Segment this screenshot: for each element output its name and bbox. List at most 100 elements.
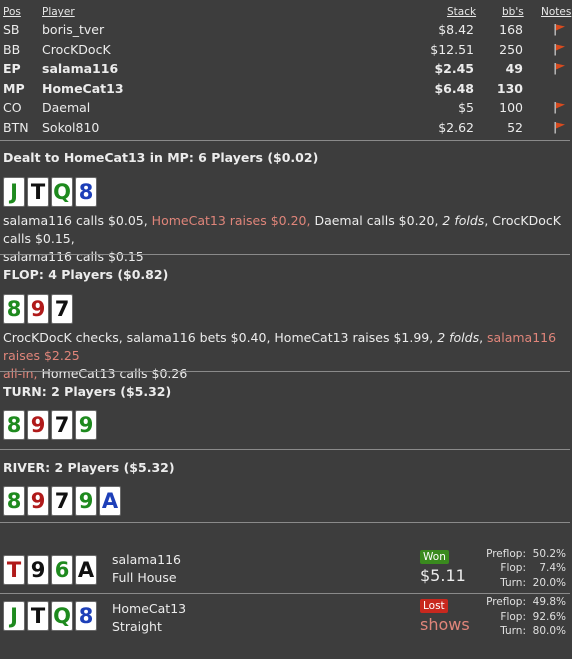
stat-turn: 80.0% bbox=[532, 625, 566, 637]
divider bbox=[0, 254, 570, 255]
action-text: salama116 calls $0.05, bbox=[3, 213, 152, 228]
playing-card: 9 bbox=[27, 486, 49, 516]
player-row[interactable]: BTN Sokol810 $2.62 52 bbox=[0, 118, 572, 137]
action-text: HomeCat13 calls $0.26 bbox=[37, 366, 188, 381]
player-row[interactable]: SB boris_tver $8.42 168 bbox=[0, 20, 572, 39]
turn-title: TURN: 2 Players ($5.32) bbox=[3, 384, 172, 399]
player-row[interactable]: CO Daemal $5 100 bbox=[0, 98, 572, 117]
playing-card: T bbox=[27, 177, 49, 207]
player-row[interactable]: EP salama116 $2.45 49 bbox=[0, 59, 572, 78]
playing-card: 8 bbox=[3, 294, 25, 324]
divider bbox=[0, 371, 570, 372]
playing-card: A bbox=[75, 555, 97, 585]
player-name[interactable]: CrocKDocK bbox=[42, 42, 111, 57]
shows-text: shows bbox=[420, 615, 470, 634]
stat-label: Preflop: bbox=[486, 596, 526, 608]
header-stack[interactable]: Stack bbox=[447, 6, 476, 18]
player-position: CO bbox=[3, 100, 22, 115]
playing-card: T bbox=[3, 555, 25, 585]
player-position: MP bbox=[3, 80, 25, 96]
playing-card: 9 bbox=[27, 555, 49, 585]
playing-card: 8 bbox=[75, 177, 97, 207]
playing-card: 8 bbox=[75, 601, 97, 631]
playing-card: 9 bbox=[75, 410, 97, 440]
divider bbox=[0, 593, 570, 594]
action-folds: 2 folds bbox=[442, 213, 485, 228]
playing-card: A bbox=[99, 486, 121, 516]
playing-card: J bbox=[3, 601, 25, 631]
showdown-hand: Straight bbox=[112, 619, 162, 634]
player-name[interactable]: Daemal bbox=[42, 100, 90, 115]
player-row[interactable]: MP HomeCat13 $6.48 130 bbox=[0, 79, 572, 98]
flag-icon[interactable] bbox=[553, 43, 566, 56]
player-bb: 168 bbox=[499, 22, 523, 37]
player-position: BB bbox=[3, 41, 21, 57]
stat-label: Preflop: bbox=[486, 548, 526, 560]
playing-card: 9 bbox=[75, 486, 97, 516]
player-position: EP bbox=[3, 61, 21, 76]
result-badge: Won bbox=[420, 550, 449, 564]
action-text: Daemal calls $0.20, bbox=[310, 213, 443, 228]
playing-card: 9 bbox=[27, 294, 49, 324]
showdown-hand: Full House bbox=[112, 570, 177, 585]
stat-flop: 92.6% bbox=[532, 611, 566, 623]
flag-icon[interactable] bbox=[553, 121, 566, 134]
stat-label: Flop: bbox=[500, 611, 526, 623]
flag-icon[interactable] bbox=[553, 23, 566, 36]
playing-card: 7 bbox=[51, 486, 73, 516]
playing-card: 7 bbox=[51, 410, 73, 440]
action-text: , bbox=[479, 330, 488, 345]
action-allin: all-in, bbox=[3, 366, 38, 381]
header-player[interactable]: Player bbox=[42, 6, 75, 18]
player-bb: 130 bbox=[496, 80, 523, 96]
flop-title: FLOP: 4 Players ($0.82) bbox=[3, 267, 169, 282]
player-name[interactable]: boris_tver bbox=[42, 22, 104, 37]
divider bbox=[0, 522, 570, 523]
player-stack: $12.51 bbox=[430, 41, 474, 57]
stat-label: Flop: bbox=[500, 562, 526, 574]
flag-icon[interactable] bbox=[553, 101, 566, 114]
playing-card: 7 bbox=[51, 294, 73, 324]
player-position: SB bbox=[3, 22, 20, 37]
player-name[interactable]: salama116 bbox=[42, 61, 118, 76]
stat-turn: 20.0% bbox=[532, 577, 566, 589]
action-folds: 2 folds bbox=[437, 330, 480, 345]
player-bb: 52 bbox=[507, 119, 523, 135]
header-bbs[interactable]: bb's bbox=[502, 6, 524, 18]
playing-card: 6 bbox=[51, 555, 73, 585]
action-text: CrocKDocK checks, salama116 bets $0.40, … bbox=[3, 330, 438, 345]
player-stack: $6.48 bbox=[434, 80, 474, 96]
showdown-player[interactable]: HomeCat13 bbox=[112, 601, 186, 616]
player-name[interactable]: HomeCat13 bbox=[42, 81, 124, 96]
river-title: RIVER: 2 Players ($5.32) bbox=[3, 460, 175, 475]
action-raise: HomeCat13 raises $0.20, bbox=[151, 213, 311, 228]
player-name[interactable]: Sokol810 bbox=[42, 120, 99, 135]
stat-label: Turn: bbox=[500, 577, 526, 589]
playing-card: 8 bbox=[3, 486, 25, 516]
result-badge: Lost bbox=[420, 599, 448, 613]
player-stack: $2.62 bbox=[438, 119, 474, 135]
flop-actions: CrocKDocK checks, salama116 bets $0.40, … bbox=[3, 329, 568, 383]
won-amount: $5.11 bbox=[420, 566, 466, 585]
playing-card: 8 bbox=[3, 410, 25, 440]
player-row[interactable]: BB CrocKDocK $12.51 250 bbox=[0, 40, 572, 59]
stat-preflop: 50.2% bbox=[532, 548, 566, 560]
flag-icon[interactable] bbox=[553, 62, 566, 75]
divider bbox=[0, 449, 570, 450]
playing-card: J bbox=[3, 177, 25, 207]
stat-flop: 7.4% bbox=[539, 562, 566, 574]
playing-card: 9 bbox=[27, 410, 49, 440]
player-stack: $2.45 bbox=[434, 61, 474, 76]
showdown-player[interactable]: salama116 bbox=[112, 552, 181, 567]
divider bbox=[0, 140, 570, 141]
player-stack: $5 bbox=[458, 100, 474, 115]
playing-card: Q bbox=[51, 601, 73, 631]
header-pos[interactable]: Pos bbox=[3, 6, 21, 18]
action-text: salama116 calls $0.15 bbox=[3, 249, 144, 264]
stat-label: Turn: bbox=[500, 625, 526, 637]
header-notes[interactable]: Notes bbox=[541, 6, 571, 18]
player-bb: 49 bbox=[505, 61, 523, 76]
playing-card: Q bbox=[51, 177, 73, 207]
player-bb: 250 bbox=[499, 41, 523, 57]
stat-preflop: 49.8% bbox=[532, 596, 566, 608]
